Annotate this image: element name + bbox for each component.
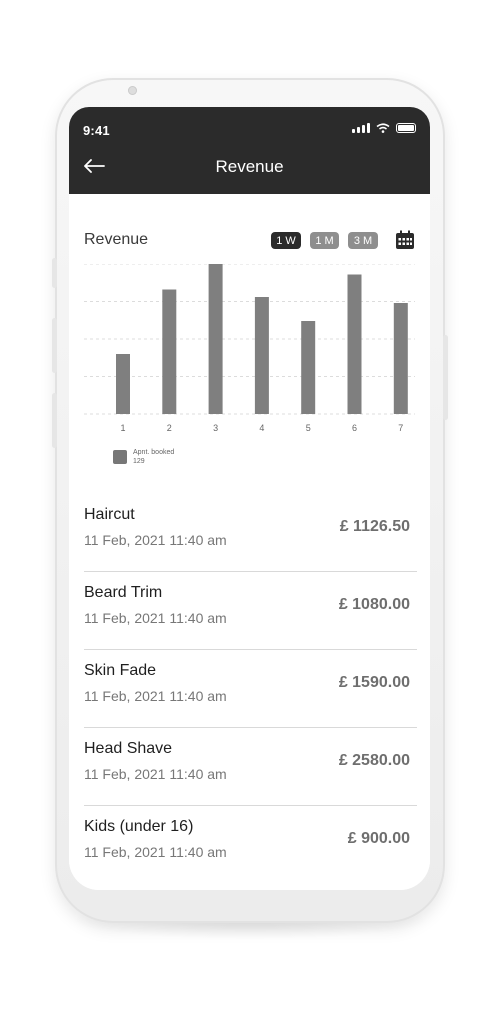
app-bar: 9:41 Revenue — [69, 107, 430, 194]
range-1w-button[interactable]: 1 W — [271, 232, 301, 249]
item-amount: £ 1590.00 — [338, 674, 410, 691]
chart-bar-7 — [393, 303, 408, 414]
volume-button-1 — [52, 258, 57, 288]
legend-value: 129 — [133, 458, 145, 465]
item-amount: £ 900.00 — [347, 830, 410, 847]
volume-button-2 — [52, 318, 57, 373]
x-tick-label: 6 — [352, 423, 357, 433]
chart-bar-2 — [162, 289, 177, 414]
item-name: Head Shave — [84, 740, 173, 757]
legend-label: Apnt. booked — [133, 449, 175, 456]
item-amount: £ 1126.50 — [339, 518, 410, 535]
item-date: 11 Feb, 2021 11:40 am — [84, 532, 227, 548]
chart-legend: Apnt. booked 129 — [113, 448, 174, 466]
camera-dot — [128, 86, 137, 95]
transaction-list: Haircut 11 Feb, 2021 11:40 am £ 1126.50 … — [84, 494, 417, 884]
chart-bar-1 — [116, 354, 130, 414]
item-date: 11 Feb, 2021 11:40 am — [84, 688, 227, 704]
item-name: Skin Fade — [84, 662, 157, 679]
x-tick-label: 2 — [167, 423, 172, 433]
list-item[interactable]: Haircut 11 Feb, 2021 11:40 am £ 1126.50 — [84, 494, 417, 572]
status-time: 9:41 — [83, 123, 110, 138]
item-date: 11 Feb, 2021 11:40 am — [84, 610, 227, 626]
chart-bar-5 — [301, 321, 316, 414]
legend-swatch — [113, 450, 127, 464]
phone-screen: 9:41 Revenue Revenue 1 W 1 M 3 M 1 2 3 4… — [69, 107, 430, 890]
item-name: Haircut — [84, 506, 135, 523]
list-item[interactable]: Kids (under 16) 11 Feb, 2021 11:40 am £ … — [84, 806, 417, 884]
page-title: Revenue — [215, 157, 284, 176]
x-tick-label: 3 — [213, 423, 218, 433]
item-date: 11 Feb, 2021 11:40 am — [84, 844, 227, 860]
x-tick-label: 4 — [259, 423, 264, 433]
range-3m-button[interactable]: 3 M — [348, 232, 378, 249]
revenue-bar-chart: 1 2 3 4 5 6 7 — [84, 264, 415, 433]
signal-icon — [352, 123, 370, 133]
chart-bar-3 — [208, 264, 223, 414]
list-item[interactable]: Head Shave 11 Feb, 2021 11:40 am £ 2580.… — [84, 728, 417, 806]
list-item[interactable]: Beard Trim 11 Feb, 2021 11:40 am £ 1080.… — [84, 572, 417, 650]
volume-button-3 — [52, 393, 57, 448]
status-icons — [352, 123, 416, 133]
x-tick-label: 1 — [120, 423, 125, 433]
x-tick-label: 7 — [398, 423, 403, 433]
item-name: Kids (under 16) — [84, 818, 194, 835]
list-item[interactable]: Skin Fade 11 Feb, 2021 11:40 am £ 1590.0… — [84, 650, 417, 728]
item-amount: £ 2580.00 — [338, 752, 410, 769]
chart-section-title: Revenue — [84, 231, 149, 248]
chart-bar-4 — [254, 297, 269, 414]
legend-text: Apnt. booked 129 — [133, 448, 174, 466]
wifi-icon — [376, 123, 390, 133]
calendar-icon[interactable] — [395, 230, 415, 250]
battery-icon — [396, 123, 416, 133]
item-date: 11 Feb, 2021 11:40 am — [84, 766, 227, 782]
item-name: Beard Trim — [84, 584, 163, 601]
range-1m-button[interactable]: 1 M — [310, 232, 339, 249]
chart-bar-6 — [347, 274, 362, 414]
power-button — [443, 335, 448, 420]
x-tick-label: 5 — [306, 423, 311, 433]
content-area: Revenue 1 W 1 M 3 M 1 2 3 4 5 6 7 Apnt. booked… — [69, 194, 430, 890]
item-amount: £ 1080.00 — [338, 596, 410, 613]
